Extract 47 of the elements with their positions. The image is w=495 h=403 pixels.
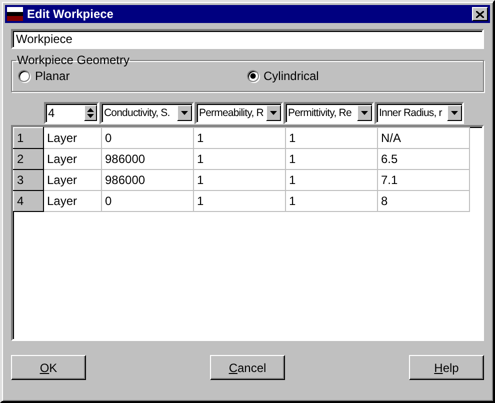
name-field[interactable]: Workpiece bbox=[11, 29, 484, 49]
dropdown-arrow-icon bbox=[270, 111, 277, 115]
table-cell: 7.1 bbox=[378, 170, 470, 190]
table-cell: 8 bbox=[378, 190, 470, 212]
group-label: Workpiece Geometry bbox=[16, 53, 130, 67]
table-cell: 1 bbox=[194, 148, 286, 170]
flag-icon bbox=[7, 7, 23, 21]
dialog-button[interactable]: Cancel bbox=[210, 355, 285, 380]
spin-arrows-icon bbox=[85, 106, 96, 120]
close-button[interactable] bbox=[472, 7, 488, 21]
table-cell: Layer bbox=[44, 190, 102, 212]
dropdown-arrow-icon bbox=[361, 111, 368, 115]
table-cell: Layer bbox=[44, 148, 102, 170]
row-header[interactable]: 1 bbox=[14, 128, 44, 148]
radio-button[interactable] bbox=[246, 70, 258, 82]
table-cell: Layer bbox=[44, 170, 102, 190]
layer-count-spinner[interactable]: 4 bbox=[44, 102, 99, 124]
window-title: Edit Workpiece bbox=[27, 7, 114, 21]
table-cell: 0 bbox=[102, 128, 194, 148]
radio-option[interactable]: Cylindrical bbox=[246, 69, 475, 83]
column-dropdown[interactable]: Permeability, R bbox=[195, 102, 283, 124]
row-header[interactable]: 2 bbox=[14, 148, 44, 170]
dialog-button[interactable]: Help bbox=[409, 355, 484, 380]
dropdown-arrow-icon bbox=[451, 111, 458, 115]
radio-button[interactable] bbox=[18, 70, 30, 82]
radio-option[interactable]: Planar bbox=[18, 69, 246, 83]
table-cell: 1 bbox=[286, 190, 378, 212]
column-dropdown[interactable]: Inner Radius, r bbox=[375, 102, 464, 124]
table-cell: 1 bbox=[286, 170, 378, 190]
table-cell: 1 bbox=[194, 190, 286, 212]
table-cell: 1 bbox=[286, 148, 378, 170]
table-cell: 986000 bbox=[102, 170, 194, 190]
dropdown-arrow-icon bbox=[181, 111, 188, 115]
table-cell: 986000 bbox=[102, 148, 194, 170]
table-cell: 6.5 bbox=[378, 148, 470, 170]
table-cell: Layer bbox=[44, 128, 102, 148]
column-dropdown[interactable]: Permittivity, Re bbox=[284, 102, 374, 124]
dialog-button[interactable]: OK bbox=[11, 355, 86, 380]
column-dropdown[interactable]: Conductivity, S. bbox=[100, 102, 194, 124]
table-cell: 1 bbox=[194, 128, 286, 148]
table-cell: N/A bbox=[378, 128, 470, 148]
table-cell: 1 bbox=[194, 170, 286, 190]
row-header[interactable]: 4 bbox=[14, 190, 44, 212]
row-header[interactable]: 3 bbox=[14, 170, 44, 190]
table-cell: 0 bbox=[102, 190, 194, 212]
close-icon bbox=[476, 10, 484, 18]
table-cell: 1 bbox=[286, 128, 378, 148]
